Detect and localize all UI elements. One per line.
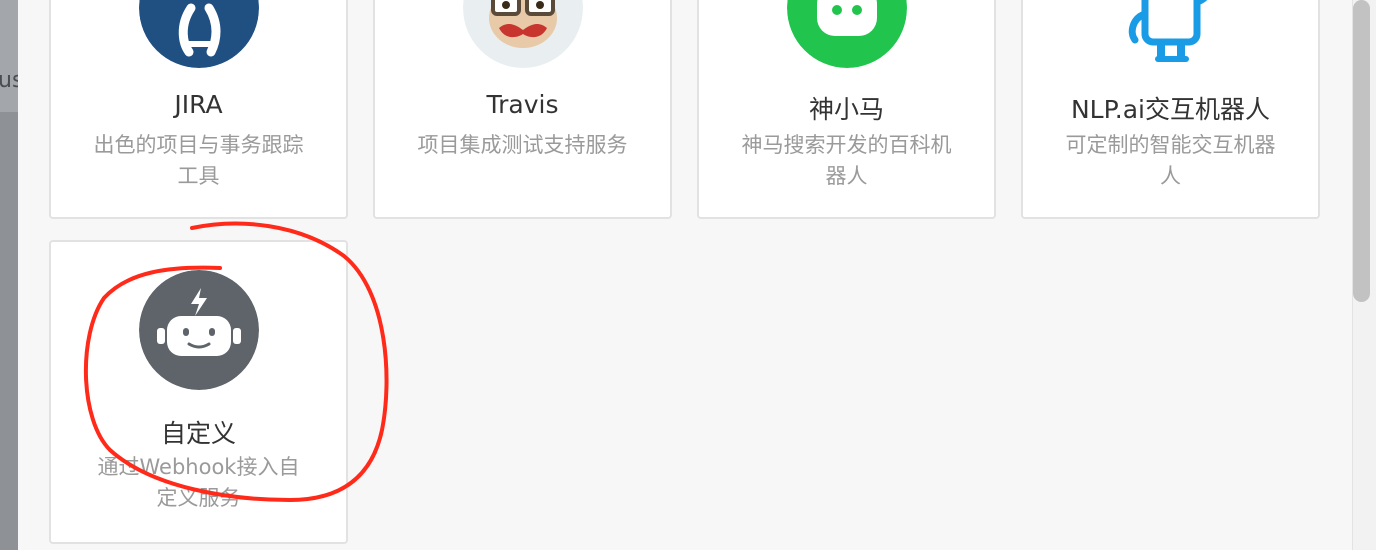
- integration-card-jira[interactable]: JIRA 出色的项目与事务跟踪工具: [49, 0, 348, 219]
- jira-logo-icon: [139, 0, 259, 68]
- integration-description: 通过Webhook接入自定义服务: [97, 455, 300, 510]
- integration-name: JIRA: [174, 90, 223, 119]
- shenxiaoma-bot-icon: [787, 0, 907, 68]
- scrollbar-thumb[interactable]: [1353, 0, 1370, 302]
- integration-description: 可定制的智能交互机器人: [1065, 133, 1276, 188]
- integration-name: 神小马: [808, 95, 884, 124]
- integration-card-custom[interactable]: 自定义 通过Webhook接入自定义服务: [49, 240, 348, 544]
- integration-name: NLP.ai交互机器人: [1070, 95, 1271, 124]
- nlp-robot-icon: [1111, 0, 1231, 68]
- background-panel: [0, 0, 18, 112]
- integration-card-shenxiaoma[interactable]: 神小马 神马搜索开发的百科机器人: [697, 0, 996, 219]
- integration-description: 项目集成测试支持服务: [417, 133, 628, 157]
- background-page: us: [0, 0, 23, 550]
- travis-mascot-icon: [463, 0, 583, 68]
- integration-card-nlp-ai[interactable]: NLP.ai交互机器人 可定制的智能交互机器人: [1021, 0, 1320, 219]
- integration-name: Travis: [486, 90, 559, 119]
- integration-description: 出色的项目与事务跟踪工具: [93, 133, 304, 188]
- custom-robot-icon: [139, 270, 259, 390]
- integration-name: 自定义: [160, 419, 236, 448]
- integration-card-travis[interactable]: Travis 项目集成测试支持服务: [373, 0, 672, 219]
- integration-description: 神马搜索开发的百科机器人: [741, 133, 952, 188]
- integration-picker-modal: JIRA 出色的项目与事务跟踪工具 Travis 项目集成测试支持服务 神小马 …: [18, 0, 1352, 550]
